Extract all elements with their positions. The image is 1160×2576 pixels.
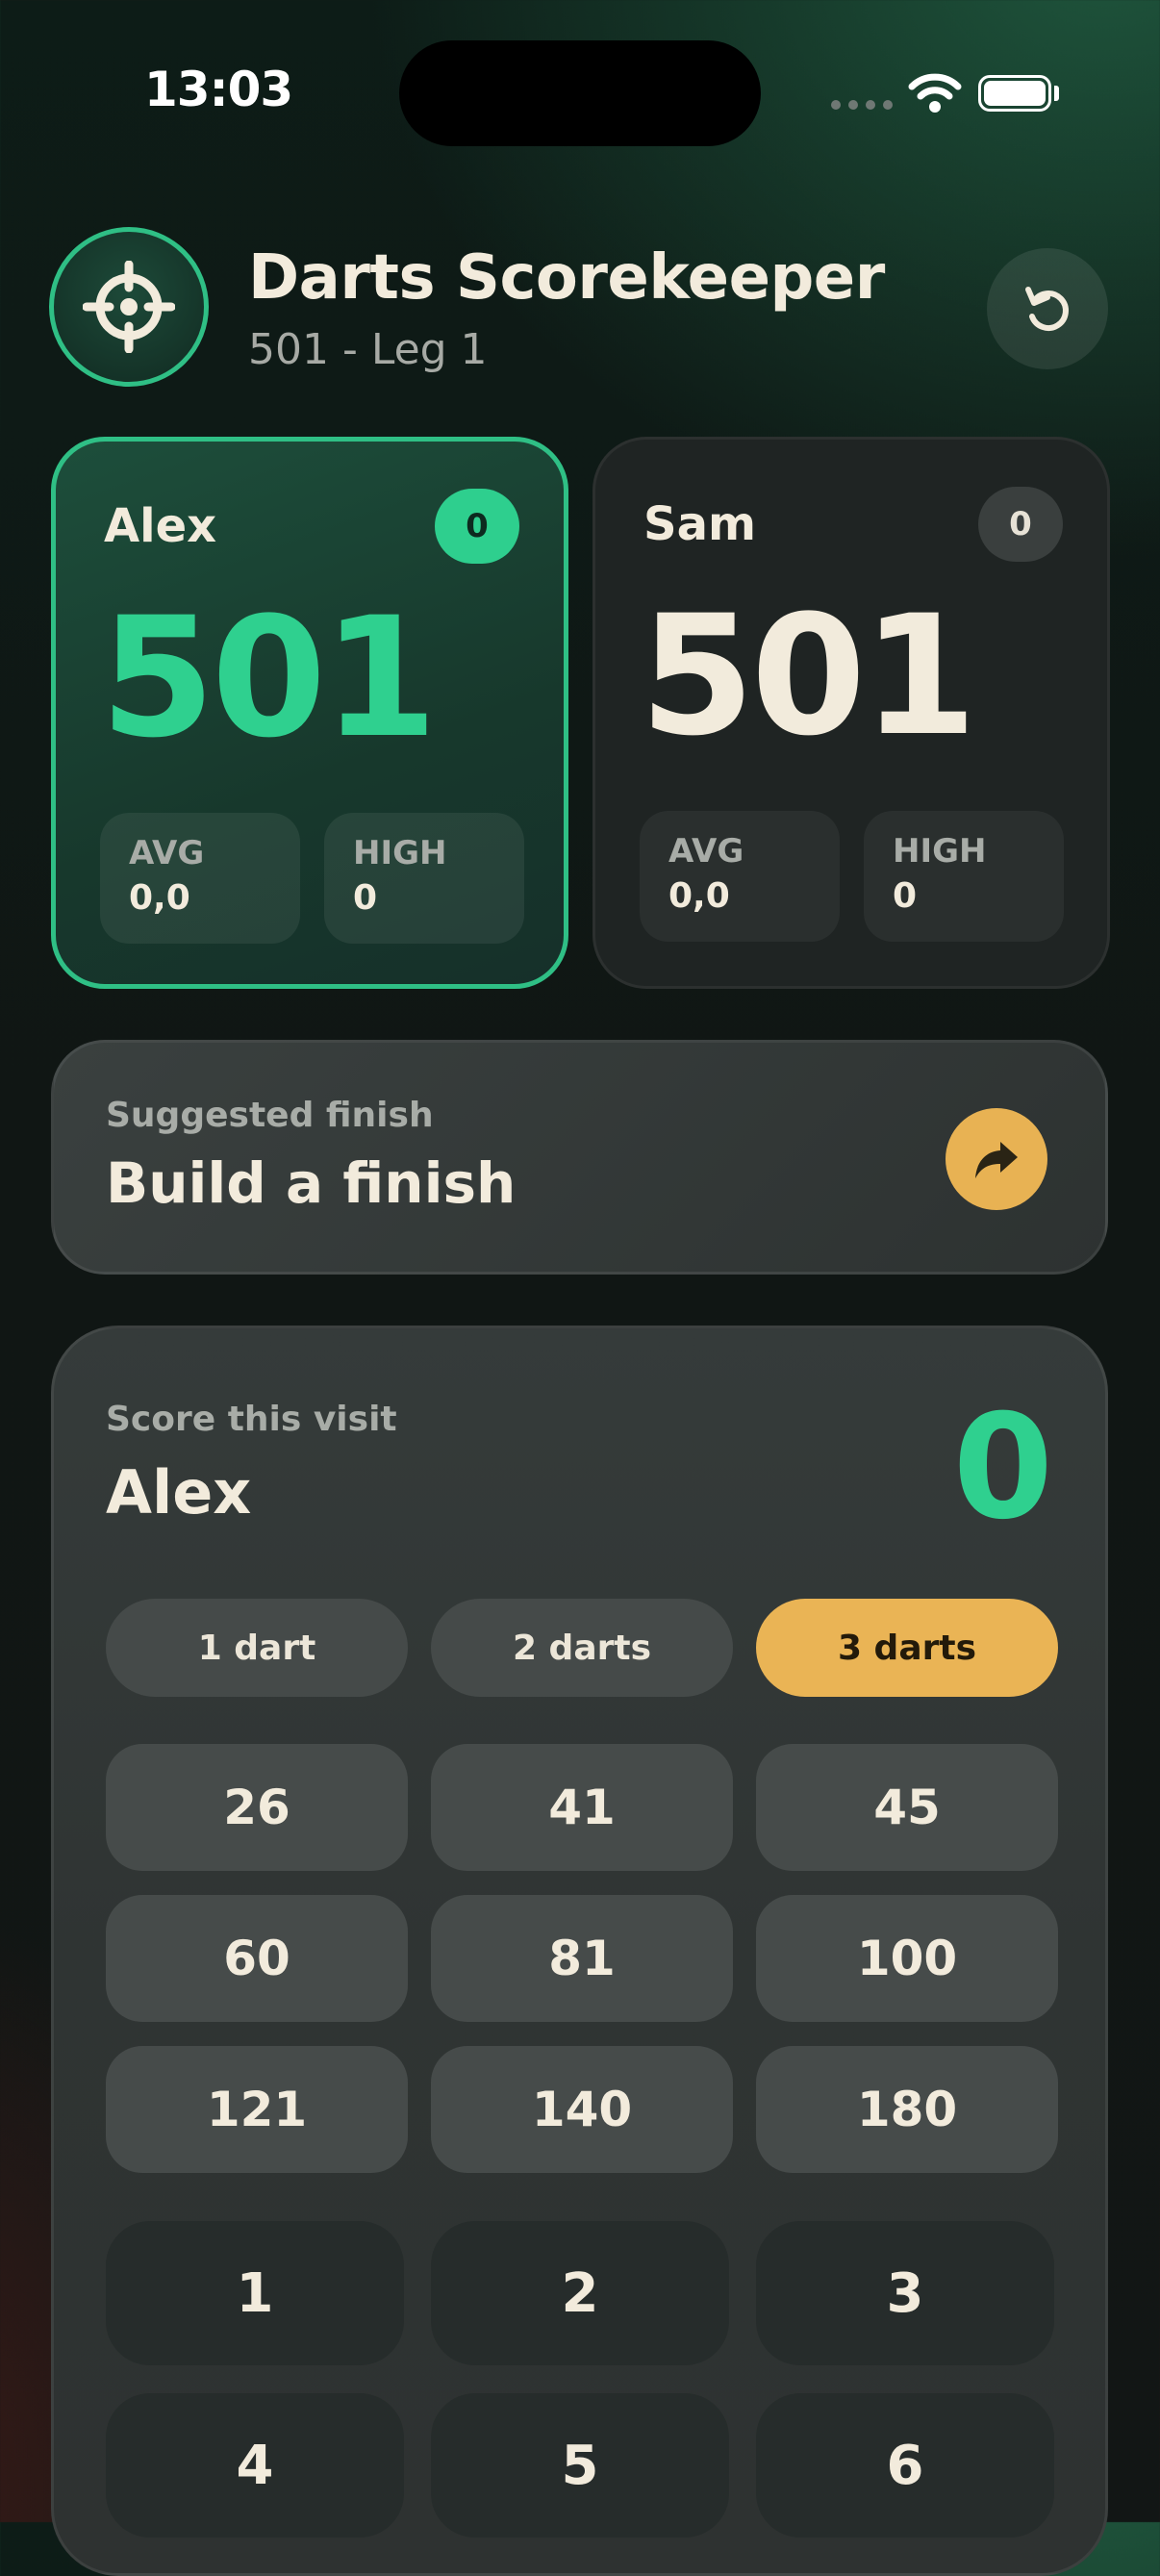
keypad-2[interactable]: 2 (431, 2221, 729, 2365)
darts-3-button[interactable]: 3 darts (756, 1599, 1058, 1697)
legs-badge: 0 (978, 487, 1063, 562)
avg-value: 0,0 (668, 876, 730, 916)
visit-label: Score this visit (106, 1400, 397, 1439)
quick-score-41[interactable]: 41 (431, 1744, 733, 1871)
wifi-icon (908, 73, 962, 113)
dynamic-island (399, 40, 761, 146)
quick-score-140[interactable]: 140 (431, 2046, 733, 2173)
quick-score-81[interactable]: 81 (431, 1895, 733, 2022)
player-score: 501 (640, 579, 977, 772)
status-time: 13:03 (144, 62, 293, 117)
keypad-3[interactable]: 3 (756, 2221, 1054, 2365)
avg-label: AVG (129, 834, 205, 872)
high-stat: HIGH 0 (864, 811, 1064, 942)
avg-label: AVG (668, 832, 744, 871)
legs-badge: 0 (435, 489, 519, 564)
keypad-4[interactable]: 4 (106, 2393, 404, 2538)
player-score: 501 (100, 581, 438, 774)
high-value: 0 (353, 878, 378, 918)
high-label: HIGH (353, 834, 447, 872)
avg-value: 0,0 (129, 878, 190, 918)
darts-1-button[interactable]: 1 dart (106, 1599, 408, 1697)
finish-label: Suggested finish (106, 1096, 434, 1135)
keypad-5[interactable]: 5 (431, 2393, 729, 2538)
keypad-1[interactable]: 1 (106, 2221, 404, 2365)
keypad-6[interactable]: 6 (756, 2393, 1054, 2538)
quick-score-26[interactable]: 26 (106, 1744, 408, 1871)
battery-icon (978, 75, 1051, 112)
battery-tip (1054, 86, 1059, 101)
avg-stat: AVG 0,0 (640, 811, 840, 942)
player-name: Sam (643, 497, 756, 551)
score-entry-panel: Score this visit Alex 0 1 dart 2 darts 3… (51, 1326, 1108, 2576)
finish-title: Build a finish (106, 1150, 517, 1216)
player-card-alex[interactable]: Alex 0 501 AVG 0,0 HIGH 0 (51, 437, 568, 989)
cellular-signal-icon (831, 100, 893, 110)
quick-score-180[interactable]: 180 (756, 2046, 1058, 2173)
app-title: Darts Scorekeeper (248, 242, 885, 314)
high-stat: HIGH 0 (324, 813, 524, 944)
reset-icon (1025, 287, 1069, 331)
quick-score-45[interactable]: 45 (756, 1744, 1058, 1871)
forward-arrow-icon (975, 1142, 1018, 1178)
game-subtitle: 501 - Leg 1 (248, 325, 488, 374)
quick-score-121[interactable]: 121 (106, 2046, 408, 2173)
suggested-finish-card[interactable]: Suggested finish Build a finish (51, 1040, 1108, 1275)
reset-button[interactable] (987, 248, 1108, 369)
high-value: 0 (893, 876, 918, 916)
visit-score: 0 (952, 1384, 1053, 1552)
player-name: Alex (104, 499, 217, 553)
current-player: Alex (106, 1457, 252, 1528)
darts-2-button[interactable]: 2 darts (431, 1599, 733, 1697)
high-label: HIGH (893, 832, 987, 871)
quick-score-100[interactable]: 100 (756, 1895, 1058, 2022)
finish-go-button[interactable] (946, 1108, 1047, 1210)
player-card-sam[interactable]: Sam 0 501 AVG 0,0 HIGH 0 (593, 437, 1110, 989)
quick-score-60[interactable]: 60 (106, 1895, 408, 2022)
avg-stat: AVG 0,0 (100, 813, 300, 944)
crosshair-icon (49, 227, 209, 387)
